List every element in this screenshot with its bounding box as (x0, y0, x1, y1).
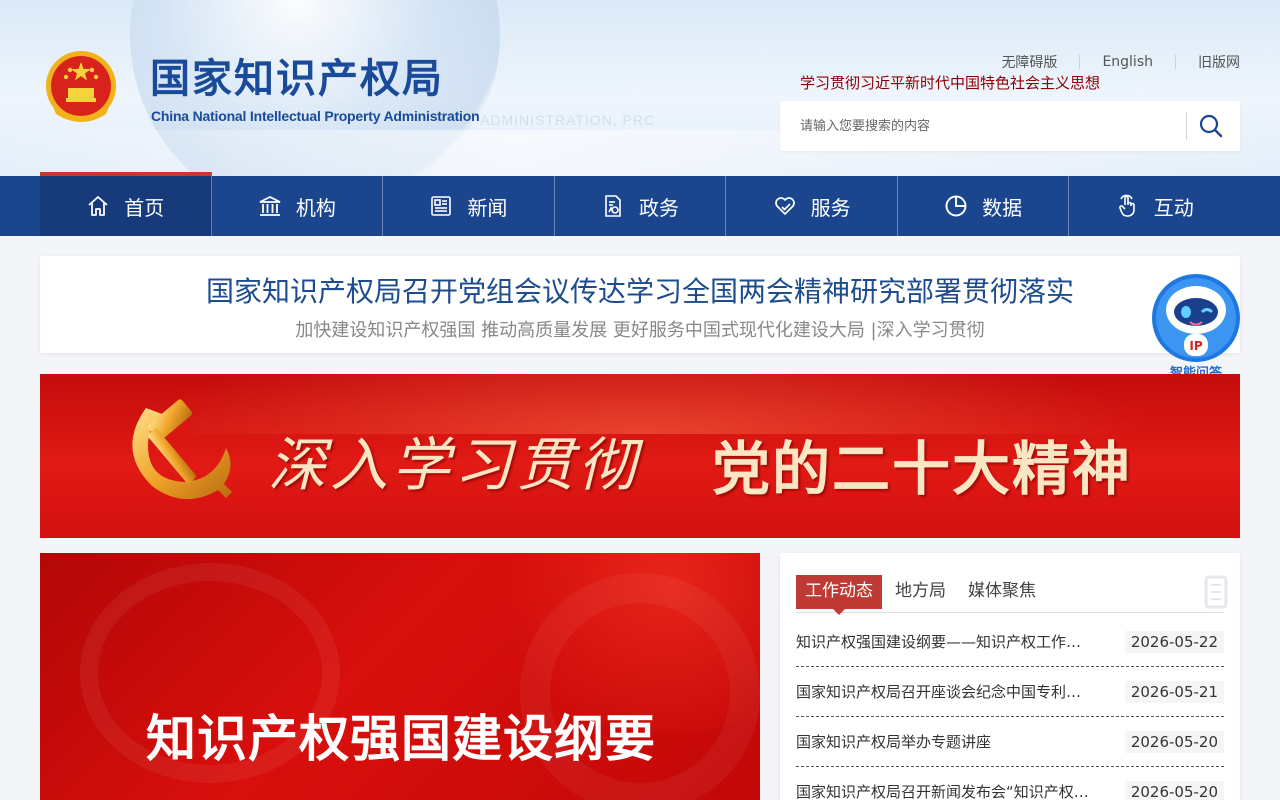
english-version-link[interactable]: English (1102, 54, 1153, 70)
main-navigation: 首页 机构 新闻 政务 服务 数据 互动 (0, 172, 1280, 236)
nav-item-data[interactable]: 数据 (898, 176, 1070, 236)
nav-label: 首页 (124, 195, 165, 220)
news-item-title: 国家知识产权局召开新闻发布会“知识产权强国建设 高质量发展成效显著” (796, 783, 1096, 800)
nav-label: 互动 (1153, 195, 1194, 220)
site-logo-english: China National Intellectual Property Adm… (151, 108, 480, 124)
pie-chart-icon (945, 195, 967, 217)
news-item[interactable]: 国家知识产权局举办专题讲座 2026-05-20 (796, 717, 1224, 767)
document-icon (605, 195, 621, 217)
news-tabs: 工作动态 地方局 媒体聚焦 (796, 575, 1224, 615)
hammer-sickle-icon (132, 399, 232, 500)
news-item-title: 国家知识产权局举办专题讲座 (796, 733, 992, 751)
headline-news-box: 国家知识产权局召开党组会议传达学习全国两会精神研究部署贯彻落实 加快建设知识产权… (40, 256, 1240, 353)
national-emblem-icon (46, 51, 116, 122)
headline-subtitle[interactable]: 加快建设知识产权强国 推动高质量发展 更好服务中国式现代化建设大局 |深入学习贯… (40, 316, 1240, 342)
nav-label: 政务 (639, 195, 680, 220)
search-icon[interactable] (1198, 113, 1224, 139)
svg-text:IP: IP (1189, 339, 1202, 353)
tab-media-focus[interactable]: 媒体聚焦 (959, 575, 1045, 609)
news-item-date: 2026-05-22 (1124, 630, 1224, 653)
banner-text-left: 深入学习贯彻 (268, 431, 641, 499)
old-version-link[interactable]: 旧版网 (1198, 52, 1240, 72)
accessible-version-link[interactable]: 无障碍版 (1001, 52, 1057, 72)
nav-item-government-affairs[interactable]: 政务 (555, 176, 727, 236)
nav-label: 新闻 (467, 195, 508, 220)
news-item-title: 国家知识产权局召开座谈会纪念中国专利制度75周年主题活动 (796, 683, 1096, 701)
home-icon (88, 196, 108, 216)
news-item-date: 2026-05-20 (1124, 730, 1224, 753)
site-logo-chinese[interactable]: 国家知识产权局 (150, 56, 444, 102)
service-icon (774, 197, 795, 215)
smart-qa-assistant[interactable]: IP 智能问答 (1148, 272, 1244, 382)
headline-title[interactable]: 国家知识产权局召开党组会议传达学习全国两会精神研究部署贯彻落实 (40, 270, 1240, 310)
nav-item-home[interactable]: 首页 (40, 172, 212, 236)
nav-item-interaction[interactable]: 互动 (1069, 176, 1240, 236)
more-list-icon[interactable] (1202, 573, 1230, 611)
logo-watermark-text: ADMINISTRATION, PRC (480, 112, 656, 128)
touch-icon (1118, 194, 1135, 217)
nav-label: 机构 (295, 195, 336, 220)
nav-label: 服务 (810, 195, 851, 220)
news-icon (431, 196, 452, 216)
tab-work-updates[interactable]: 工作动态 (796, 575, 882, 615)
news-item[interactable]: 国家知识产权局召开新闻发布会“知识产权强国建设 高质量发展成效显著” 2026-… (796, 767, 1224, 800)
robot-assistant-icon: IP (1152, 274, 1240, 362)
link-divider (1079, 55, 1081, 69)
banner-text-right: 党的二十大精神 (712, 435, 1133, 503)
nav-item-institution[interactable]: 机构 (212, 176, 384, 236)
nav-label: 数据 (982, 195, 1023, 220)
nav-item-news[interactable]: 新闻 (383, 176, 555, 236)
nav-item-service[interactable]: 服务 (726, 176, 898, 236)
news-item-date: 2026-05-20 (1124, 780, 1224, 800)
news-item[interactable]: 国家知识产权局召开座谈会纪念中国专利制度75周年主题活动 2026-05-21 (796, 667, 1224, 717)
party-spirit-banner[interactable]: 深入学习贯彻 党的二十大精神 (40, 374, 1240, 538)
institution-icon (259, 195, 281, 216)
link-divider (1175, 55, 1176, 69)
tab-local-bureaus[interactable]: 地方局 (886, 575, 955, 609)
news-item[interactable]: 知识产权强国建设纲要——知识产权工作服务经济社会发展综述 2026-05-22 (796, 617, 1224, 667)
news-item-date: 2026-05-21 (1124, 680, 1224, 703)
news-list: 知识产权强国建设纲要——知识产权工作服务经济社会发展综述 2026-05-22 … (796, 617, 1224, 800)
feature-title: 知识产权强国建设纲要 (146, 710, 656, 768)
search-divider (1186, 112, 1187, 140)
search-input[interactable] (800, 101, 1180, 151)
top-links: 无障碍版 English 旧版网 (1001, 52, 1240, 72)
news-panel: 工作动态 地方局 媒体聚焦 知识产权强国建设纲要——知识产权工作服务经济社会发展… (780, 553, 1240, 800)
search-box (780, 101, 1240, 151)
site-header: 国家知识产权局 China National Intellectual Prop… (0, 0, 1280, 176)
news-item-title: 知识产权强国建设纲要——知识产权工作服务经济社会发展综述 (796, 633, 1096, 651)
feature-image[interactable]: 知识产权强国建设纲要 (40, 553, 760, 800)
slogan-link[interactable]: 学习贯彻习近平新时代中国特色社会主义思想 (800, 72, 1100, 93)
